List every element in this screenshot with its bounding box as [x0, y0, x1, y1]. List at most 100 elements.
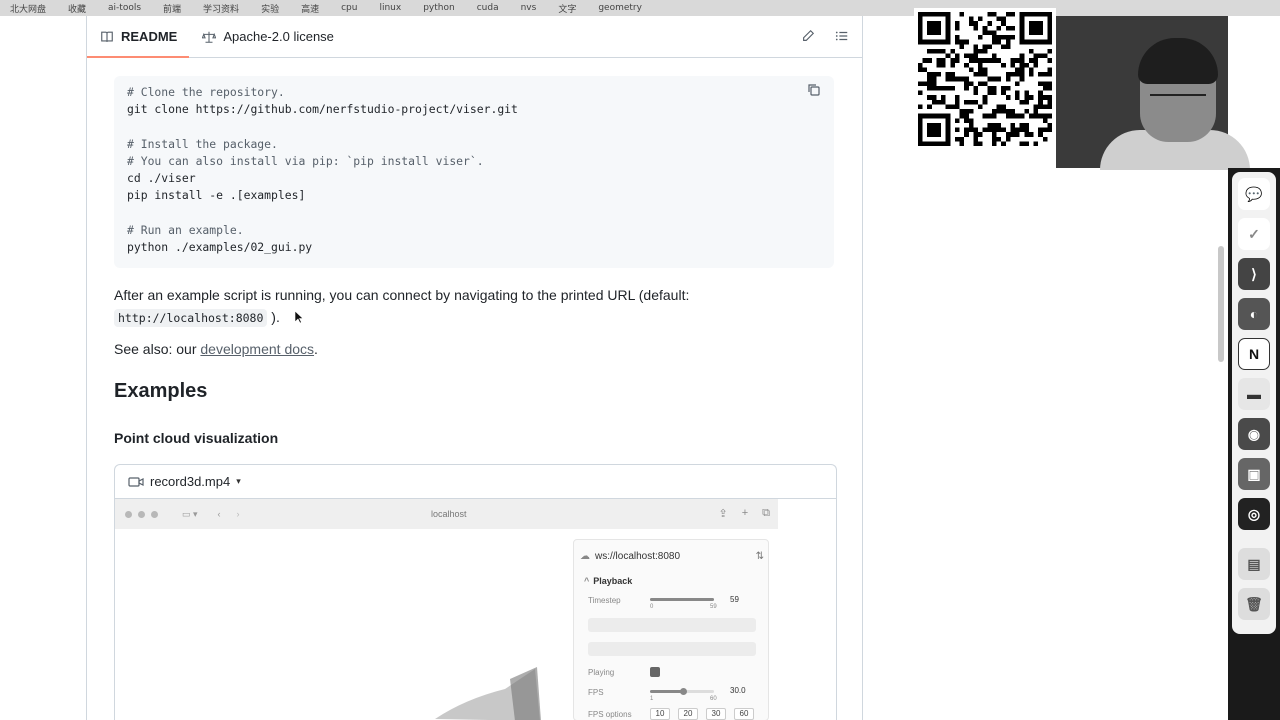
qr-code: [914, 8, 1056, 150]
bookmark-item[interactable]: 收藏: [68, 2, 86, 15]
timestep-label: Timestep: [588, 596, 621, 605]
install-code-block: # Clone the repository. git clone https:/…: [114, 76, 834, 268]
video-url: localhost: [431, 509, 467, 519]
screen: 北大网盘 收藏 ai-tools 前端 学习资料 实验 高速 cpu linux python cu…: [0, 0, 1280, 720]
fps-min: 1: [650, 696, 654, 702]
bookmark-item[interactable]: geometry: [598, 3, 642, 13]
browser-icon[interactable]: ◐: [1238, 298, 1270, 330]
tab-license[interactable]: Apache-2.0 license: [189, 16, 346, 58]
bookmark-item[interactable]: 高速: [301, 2, 319, 15]
browser-actions: ⇪ + ⧉: [718, 507, 770, 520]
playback-label: Playback: [593, 576, 633, 586]
code-comment-line: # Install the package.: [127, 136, 278, 151]
timestep-max: 59: [710, 604, 717, 610]
chevron-up-icon: ^: [584, 576, 590, 586]
paragraph-text: After an example script is running, you …: [114, 287, 690, 303]
viser-gui-panel: ☁ ws://localhost:8080 ⇅ ^ Playback Timest…: [573, 539, 769, 720]
terminal-icon[interactable]: ▬: [1238, 378, 1270, 410]
dock-panel: 💬 ✓ ⟩ ◐ N ▬ ◉ ▣ ◎ ▤ 🗑: [1232, 172, 1276, 634]
paragraph-default-url: After an example script is running, you …: [114, 284, 814, 329]
pencil-icon[interactable]: [800, 28, 816, 44]
paragraph-text-after: ).: [271, 309, 280, 325]
bookmark-item[interactable]: cuda: [477, 3, 499, 13]
fps-slider: [650, 688, 714, 695]
obs-icon[interactable]: ◎: [1238, 498, 1270, 530]
bookmark-item[interactable]: python: [423, 3, 454, 13]
share-icon: ⇪: [718, 508, 728, 520]
bookmark-item[interactable]: 前端: [163, 2, 181, 15]
playing-label: Playing: [588, 668, 615, 677]
point-cloud-heading: Point cloud visualization: [114, 430, 279, 446]
timestep-min: 0: [650, 604, 654, 610]
code-comment-line: # Run an example.: [127, 222, 244, 237]
bookmark-item[interactable]: 学习资料: [203, 2, 239, 15]
gui-field: [588, 618, 756, 632]
tab-readme-label: README: [121, 29, 178, 44]
window-dot-icon: [138, 510, 145, 518]
plus-icon: +: [741, 507, 749, 519]
fps-options-label: FPS options: [588, 710, 632, 719]
readme-card: README Apache-2.0 license # Clone the re…: [86, 16, 863, 720]
fps-value: 30.0: [730, 686, 746, 695]
window-dot-icon: [125, 510, 132, 518]
playing-checkbox: [650, 667, 660, 677]
vscode-icon[interactable]: ⟩: [1238, 258, 1270, 290]
sidebar-icon: ▭ ▾: [182, 508, 198, 519]
bookmark-item[interactable]: cpu: [341, 3, 357, 13]
point-cloud-preview: [435, 667, 541, 720]
window-dot-icon: [151, 510, 158, 518]
discord-icon[interactable]: ◉: [1238, 418, 1270, 450]
bookmark-item[interactable]: 北大网盘: [10, 2, 46, 15]
photos-icon[interactable]: ▣: [1238, 458, 1270, 490]
video-frame[interactable]: ▭ ▾ ‹ › localhost ⇪ + ⧉ ☁ ws://localhost…: [115, 499, 778, 720]
scale-icon: [201, 29, 217, 45]
tabs-icon: ⧉: [762, 507, 770, 519]
see-also-prefix: See also: our: [114, 341, 201, 357]
trash-icon[interactable]: 🗑: [1238, 588, 1270, 620]
page-scrollbar[interactable]: [1218, 246, 1224, 362]
gui-field: [588, 642, 756, 656]
notion-icon[interactable]: N: [1238, 338, 1270, 370]
code-line: cd ./viser: [127, 170, 196, 185]
video-icon: [128, 474, 144, 490]
code-comment-line: # You can also install via pip: `pip ins…: [127, 153, 484, 168]
viser-connection: ☁ ws://localhost:8080 ⇅: [580, 546, 764, 566]
chevron-down-icon: ▾: [236, 476, 241, 486]
bookmark-item[interactable]: ai-tools: [108, 3, 141, 13]
code-line: pip install -e .[examples]: [127, 188, 306, 203]
timestep-slider: [650, 598, 714, 601]
bookmark-item[interactable]: 实验: [261, 2, 279, 15]
code-line: git clone https://github.com/nerfstudio-…: [127, 102, 518, 117]
bookmark-item[interactable]: linux: [379, 3, 401, 13]
code-line: python ./examples/02_gui.py: [127, 239, 313, 254]
paragraph-see-also: See also: our development docs.: [114, 338, 318, 360]
cloud-icon: ☁: [580, 550, 590, 562]
book-icon: [99, 29, 115, 45]
document-icon[interactable]: ▤: [1238, 548, 1270, 580]
readme-tabs: README Apache-2.0 license: [87, 16, 862, 58]
code-comment-line: # Clone the repository.: [127, 85, 285, 99]
copy-icon[interactable]: [806, 82, 824, 100]
playback-folder: ^ Playback: [584, 576, 632, 586]
app-dock: 💬 ✓ ⟩ ◐ N ▬ ◉ ▣ ◎ ▤ 🗑: [1228, 168, 1280, 720]
list-icon[interactable]: [834, 28, 850, 44]
tab-license-label: Apache-2.0 license: [223, 29, 334, 44]
mouse-cursor-icon: [294, 310, 304, 324]
see-also-suffix: .: [314, 341, 318, 357]
development-docs-link[interactable]: development docs: [200, 341, 314, 357]
bookmark-item[interactable]: 文字: [558, 2, 576, 15]
webcam-person: [1150, 94, 1206, 104]
video-filename: record3d.mp4: [150, 474, 231, 489]
tasks-icon[interactable]: ✓: [1238, 218, 1270, 250]
fps-max: 60: [710, 696, 717, 702]
forward-icon: ›: [236, 509, 240, 519]
video-header[interactable]: record3d.mp4 ▾: [115, 465, 836, 499]
fps-option-button: 60: [734, 708, 754, 720]
tab-readme[interactable]: README: [87, 16, 189, 58]
bookmark-item[interactable]: nvs: [521, 3, 537, 13]
wechat-icon[interactable]: 💬: [1238, 178, 1270, 210]
fps-option-button: 20: [678, 708, 698, 720]
examples-heading: Examples: [114, 380, 208, 402]
